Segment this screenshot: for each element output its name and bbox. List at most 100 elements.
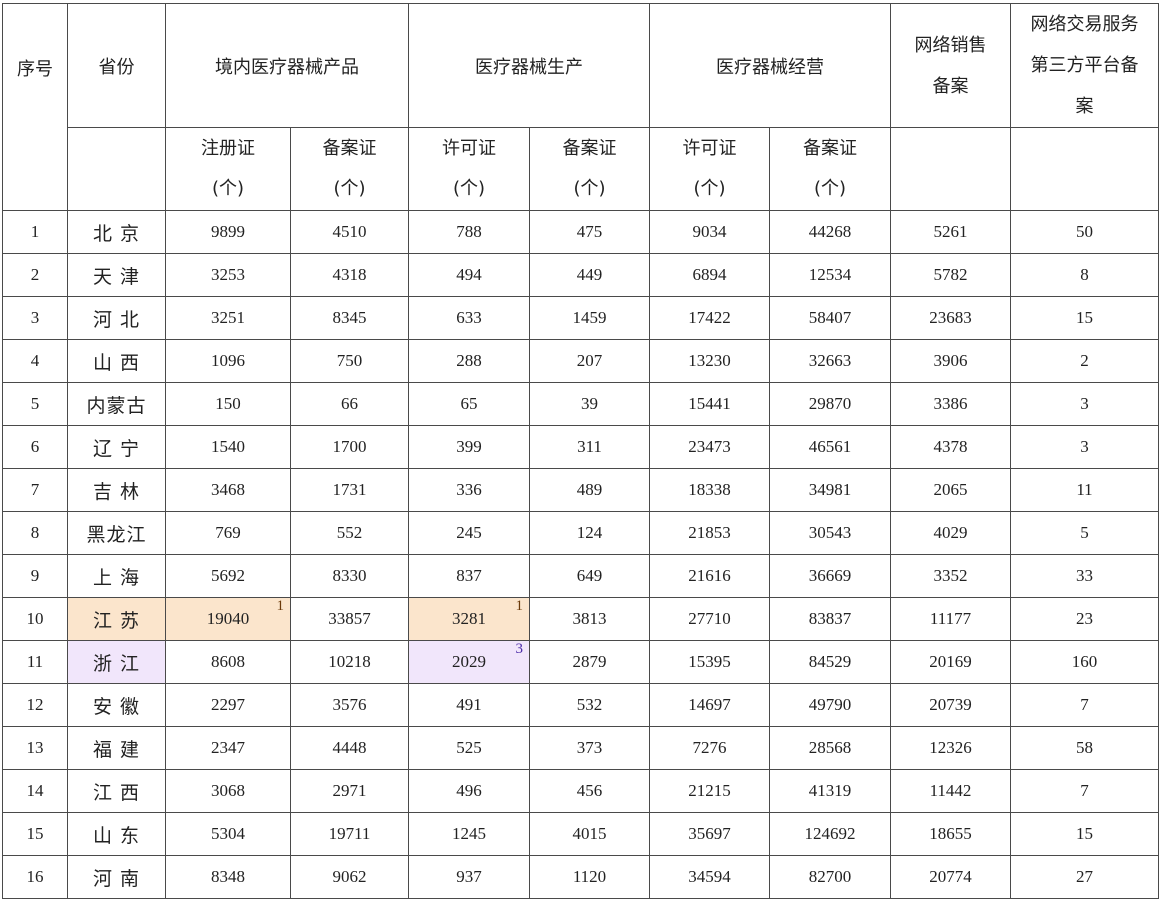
cell-reg-cert: 5692 [165, 554, 291, 598]
cell-filing-cert: 750 [290, 339, 409, 383]
header-domestic-products: 境内医疗器械产品 [165, 3, 409, 128]
cell-prod-filing: 1459 [529, 296, 650, 340]
cell-prod-filing: 475 [529, 210, 650, 254]
cell-prod-license: 245 [408, 511, 530, 555]
cell-online-sales: 18655 [890, 812, 1011, 856]
cell-reg-cert: 1540 [165, 425, 291, 469]
cell-op-filing: 28568 [769, 726, 891, 770]
cell-reg-cert: 3251 [165, 296, 291, 340]
cell-reg-cert: 8348 [165, 855, 291, 899]
cell-prod-filing: 207 [529, 339, 650, 383]
cell-province: 安 徽 [67, 683, 166, 727]
cell-third-party: 7 [1010, 683, 1159, 727]
cell-op-license: 15441 [649, 382, 770, 426]
cell-online-sales: 3906 [890, 339, 1011, 383]
subheader-third-party-empty [1010, 127, 1159, 211]
cell-reg-cert: 150 [165, 382, 291, 426]
cell-op-license: 23473 [649, 425, 770, 469]
cell-reg-cert: 2297 [165, 683, 291, 727]
cell-prod-license: 633 [408, 296, 530, 340]
cell-op-license: 34594 [649, 855, 770, 899]
cell-op-license: 21616 [649, 554, 770, 598]
cell-seq: 8 [2, 511, 68, 555]
cell-third-party: 50 [1010, 210, 1159, 254]
cell-prod-license: 491 [408, 683, 530, 727]
cell-province: 河 南 [67, 855, 166, 899]
table-row: 7吉 林 3468 1731 336 489 18338 34981 2065 11 [2, 468, 1159, 512]
cell-filing-cert: 9062 [290, 855, 409, 899]
cell-op-filing: 29870 [769, 382, 891, 426]
cell-seq: 3 [2, 296, 68, 340]
cell-online-sales: 3386 [890, 382, 1011, 426]
cell-reg-cert: 3468 [165, 468, 291, 512]
cell-online-sales: 4029 [890, 511, 1011, 555]
cell-prod-filing: 456 [529, 769, 650, 813]
cell-seq: 1 [2, 210, 68, 254]
cell-prod-license: 399 [408, 425, 530, 469]
cell-seq: 16 [2, 855, 68, 899]
cell-third-party: 27 [1010, 855, 1159, 899]
cell-reg-cert: 9899 [165, 210, 291, 254]
cell-op-filing: 36669 [769, 554, 891, 598]
cell-province: 山 西 [67, 339, 166, 383]
cell-op-license: 35697 [649, 812, 770, 856]
cell-seq: 12 [2, 683, 68, 727]
header-operation: 医疗器械经营 [649, 3, 891, 128]
cell-prod-license: 288 [408, 339, 530, 383]
header-production: 医疗器械生产 [408, 3, 650, 128]
cell-op-license: 15395 [649, 640, 770, 684]
cell-seq: 4 [2, 339, 68, 383]
cell-filing-cert: 8345 [290, 296, 409, 340]
cell-op-license: 7276 [649, 726, 770, 770]
cell-reg-cert: 5304 [165, 812, 291, 856]
cell-third-party: 3 [1010, 382, 1159, 426]
cell-province: 江 苏 [67, 597, 166, 641]
cell-filing-cert: 19711 [290, 812, 409, 856]
subheader-prod-license: 许可证 (个) [408, 127, 530, 211]
cell-third-party: 8 [1010, 253, 1159, 297]
cell-third-party: 5 [1010, 511, 1159, 555]
header-seq: 序号 [2, 3, 68, 211]
cell-third-party: 33 [1010, 554, 1159, 598]
cell-op-filing: 41319 [769, 769, 891, 813]
cell-province: 吉 林 [67, 468, 166, 512]
cell-prod-filing: 39 [529, 382, 650, 426]
cell-op-license: 21853 [649, 511, 770, 555]
cell-third-party: 15 [1010, 296, 1159, 340]
header-row: 序号 省份 境内医疗器械产品 医疗器械生产 医疗器械经营 网络销售 备案 网络交易… [2, 3, 1159, 211]
cell-seq: 13 [2, 726, 68, 770]
cell-reg-cert: 1096 [165, 339, 291, 383]
subheader-row: 注册证 (个) 备案证 (个) 许可证 (个) 备案证 (个) 许可证 (个) 备案证 (个… [3, 127, 1159, 211]
cell-reg-cert: 8608 [165, 640, 291, 684]
cell-op-license: 14697 [649, 683, 770, 727]
table-row: 8 黑龙江 769 552 245 124 21853 30543 4029 5 [2, 511, 1159, 555]
cell-prod-filing: 124 [529, 511, 650, 555]
cell-prod-filing: 532 [529, 683, 650, 727]
rank-marker: 1 [515, 598, 524, 614]
cell-filing-cert: 10218 [290, 640, 409, 684]
cell-province: 上 海 [67, 554, 166, 598]
table-row: 1北 京 9899 4510 788 475 9034 44268 5261 50 [2, 210, 1159, 254]
cell-prod-license: 65 [408, 382, 530, 426]
cell-prod-license: 336 [408, 468, 530, 512]
cell-op-filing: 83837 [769, 597, 891, 641]
cell-online-sales: 5261 [890, 210, 1011, 254]
table-row: 14 江 西 3068 2971 496 456 21215 41319 11442 7 [2, 769, 1159, 813]
cell-op-license: 17422 [649, 296, 770, 340]
table-row: 12 安 徽 2297 3576 491 532 14697 49790 20739 7 [2, 683, 1159, 727]
cell-prod-filing: 649 [529, 554, 650, 598]
subheader-province-empty [67, 127, 166, 211]
cell-op-license: 27710 [649, 597, 770, 641]
cell-third-party: 2 [1010, 339, 1159, 383]
cell-seq: 14 [2, 769, 68, 813]
header-third-party-platform: 网络交易服务 第三方平台备案 [1010, 3, 1159, 128]
subheader-reg-cert: 注册证 (个) [165, 127, 291, 211]
cell-prod-license: 494 [408, 253, 530, 297]
header-province: 省份 [67, 3, 166, 128]
cell-province: 黑龙江 [67, 511, 166, 555]
medical-device-statistics-table: 序号 省份 境内医疗器械产品 医疗器械生产 医疗器械经营 网络销售 备案 网络交易… [2, 3, 1159, 899]
cell-filing-cert: 2971 [290, 769, 409, 813]
cell-op-filing: 58407 [769, 296, 891, 340]
cell-online-sales: 3352 [890, 554, 1011, 598]
header-online-sales: 网络销售 备案 [890, 3, 1011, 128]
